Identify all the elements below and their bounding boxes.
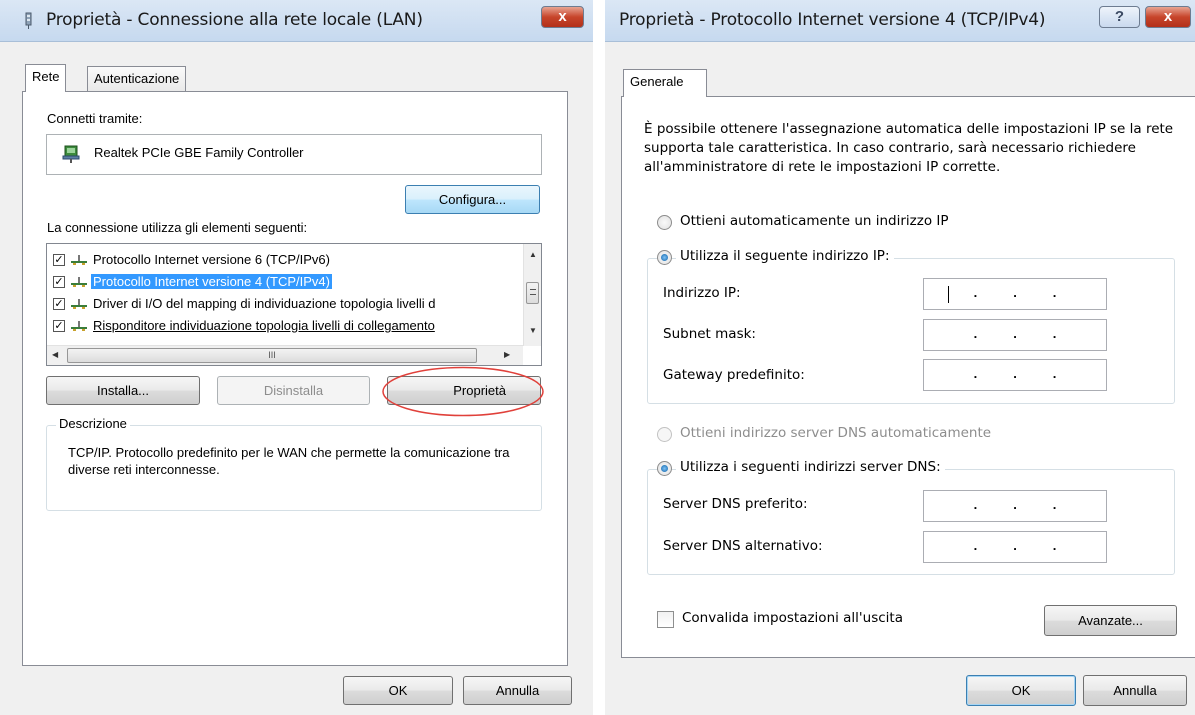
scroll-thumb[interactable] [526, 282, 539, 304]
dns-preferred-input[interactable]: ... [923, 490, 1107, 522]
dns-alternate-label: Server DNS alternativo: [663, 538, 823, 554]
ok-button[interactable]: OK [966, 675, 1076, 706]
scroll-right-icon[interactable]: ▶ [504, 350, 510, 359]
description-title: Descrizione [56, 416, 130, 431]
scroll-left-icon[interactable]: ◀ [52, 350, 58, 359]
item-label: Protocollo Internet versione 4 (TCP/IPv4… [91, 274, 332, 289]
close-icon: x [558, 8, 567, 25]
hscroll-thumb[interactable]: III [67, 348, 477, 363]
list-item[interactable]: ✓ Driver di I/O del mapping di individua… [47, 293, 523, 315]
item-checkbox[interactable]: ✓ [53, 276, 65, 288]
protocol-icon [71, 255, 87, 265]
subnet-mask-input[interactable]: ... [923, 319, 1107, 351]
ipv4-window-title: Proprietà - Protocollo Internet versione… [619, 10, 1046, 30]
close-button[interactable]: x [541, 6, 584, 28]
lan-properties-titlebar[interactable]: Proprietà - Connessione alla rete locale… [0, 0, 593, 42]
ip-address-input[interactable]: ... [923, 278, 1107, 310]
auto-dns-label[interactable]: Ottieni indirizzo server DNS automaticam… [680, 425, 991, 441]
ipv4-properties-titlebar[interactable]: Proprietà - Protocollo Internet versione… [605, 0, 1195, 42]
vertical-scrollbar[interactable]: ▲ ▼ [523, 244, 541, 346]
cancel-button[interactable]: Annulla [463, 676, 572, 705]
item-label: Protocollo Internet versione 6 (TCP/IPv6… [93, 252, 330, 267]
scroll-up-icon[interactable]: ▲ [529, 250, 537, 259]
lan-window-title: Proprietà - Connessione alla rete locale… [46, 10, 423, 30]
connect-using-label: Connetti tramite: [47, 111, 143, 126]
configure-button[interactable]: Configura... [405, 185, 540, 214]
manual-dns-label[interactable]: Utilizza i seguenti indirizzi server DNS… [676, 459, 945, 475]
ipv4-properties-window: Proprietà - Protocollo Internet versione… [605, 0, 1195, 715]
list-item[interactable]: ✓ Risponditore individuazione topologia … [47, 315, 523, 337]
install-button[interactable]: Installa... [46, 376, 200, 405]
advanced-button[interactable]: Avanzate... [1044, 605, 1177, 636]
network-card-icon [62, 145, 80, 163]
list-item[interactable]: ✓ Protocollo Internet versione 6 (TCP/IP… [47, 249, 523, 271]
validate-checkbox[interactable] [657, 611, 674, 628]
adapter-name: Realtek PCIe GBE Family Controller [94, 145, 304, 160]
intro-text: È possibile ottenere l'assegnazione auto… [644, 121, 1174, 175]
network-adapter-icon [25, 12, 32, 29]
gateway-input[interactable]: ... [923, 359, 1107, 391]
horizontal-scrollbar[interactable]: ◀ III ▶ [47, 345, 523, 365]
cancel-button[interactable]: Annulla [1083, 675, 1187, 706]
protocol-icon [71, 299, 87, 309]
manual-ip-label[interactable]: Utilizza il seguente indirizzo IP: [676, 248, 894, 264]
ip-address-label: Indirizzo IP: [663, 285, 741, 301]
item-checkbox[interactable]: ✓ [53, 298, 65, 310]
annotation-ellipse [382, 366, 544, 417]
auto-ip-radio[interactable] [657, 215, 672, 230]
ok-button[interactable]: OK [343, 676, 453, 705]
subnet-mask-label: Subnet mask: [663, 326, 756, 342]
lan-properties-window: Proprietà - Connessione alla rete locale… [0, 0, 593, 715]
description-text: TCP/IP. Protocollo predefinito per le WA… [68, 445, 510, 477]
components-listbox[interactable]: ✓ Protocollo Internet versione 6 (TCP/IP… [46, 243, 542, 366]
scroll-down-icon[interactable]: ▼ [529, 326, 537, 335]
tab-rete[interactable]: Rete [25, 64, 67, 92]
tab-autenticazione[interactable]: Autenticazione [87, 66, 187, 91]
list-item-selected[interactable]: ✓ Protocollo Internet versione 4 (TCP/IP… [47, 271, 523, 293]
help-button[interactable]: ? [1099, 6, 1140, 28]
help-icon: ? [1114, 8, 1125, 25]
protocol-icon [71, 277, 87, 287]
dns-alternate-input[interactable]: ... [923, 531, 1107, 563]
tab-generale[interactable]: Generale [623, 69, 707, 97]
close-icon: x [1163, 8, 1173, 25]
item-label: Risponditore individuazione topologia li… [93, 318, 435, 333]
close-button[interactable]: x [1145, 6, 1191, 28]
item-checkbox[interactable]: ✓ [53, 254, 65, 266]
adapter-box: Realtek PCIe GBE Family Controller [46, 134, 542, 175]
manual-dns-radio[interactable] [657, 461, 672, 476]
item-checkbox[interactable]: ✓ [53, 320, 65, 332]
auto-ip-label[interactable]: Ottieni automaticamente un indirizzo IP [680, 213, 949, 229]
items-label: La connessione utilizza gli elementi seg… [47, 220, 308, 235]
dns-preferred-label: Server DNS preferito: [663, 496, 808, 512]
gateway-label: Gateway predefinito: [663, 367, 805, 383]
uninstall-button[interactable]: Disinstalla [217, 376, 370, 405]
auto-dns-radio[interactable] [657, 427, 672, 442]
protocol-icon [71, 321, 87, 331]
window-gap [593, 0, 605, 715]
manual-ip-radio[interactable] [657, 250, 672, 265]
validate-label[interactable]: Convalida impostazioni all'uscita [682, 610, 903, 626]
item-label: Driver di I/O del mapping di individuazi… [93, 296, 436, 311]
